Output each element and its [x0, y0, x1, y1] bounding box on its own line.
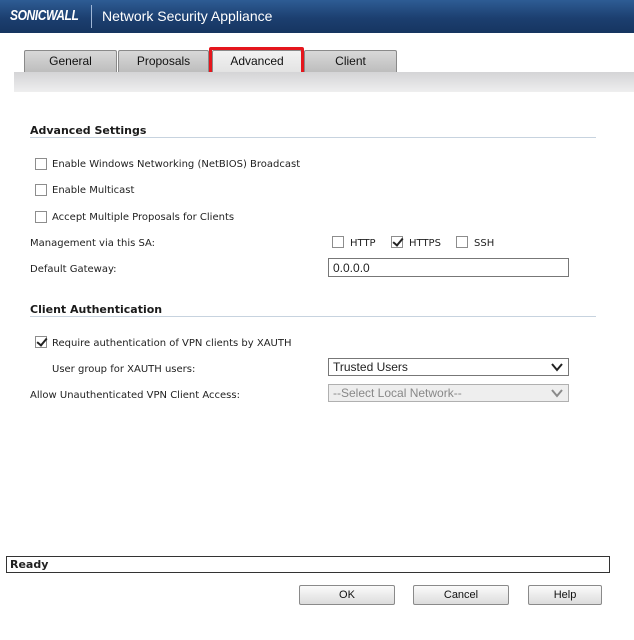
unauth-access-select[interactable]: --Select Local Network-- [328, 384, 569, 402]
netbios-checkbox[interactable] [35, 158, 47, 170]
tab-proposals[interactable]: Proposals [118, 50, 209, 72]
tab-client[interactable]: Client [304, 50, 397, 72]
default-gateway-input[interactable]: 0.0.0.0 [328, 258, 569, 277]
require-xauth-checkbox[interactable] [35, 336, 47, 348]
https-label: HTTPS [409, 238, 441, 249]
multicast-label: Enable Multicast [52, 185, 135, 196]
user-group-select[interactable]: Trusted Users [328, 358, 569, 376]
header-divider [91, 5, 92, 28]
unauth-access-value: --Select Local Network-- [333, 386, 462, 400]
default-gateway-label: Default Gateway: [30, 264, 117, 275]
tab-bar: General Proposals Advanced Client [0, 50, 634, 72]
client-auth-heading: Client Authentication [30, 303, 163, 316]
app-header: SONICWALL Network Security Appliance [0, 0, 634, 33]
help-button[interactable]: Help [528, 585, 602, 605]
sonicwall-logo: SONICWALL [10, 7, 79, 24]
http-checkbox[interactable] [332, 236, 344, 248]
netbios-label: Enable Windows Networking (NetBIOS) Broa… [52, 159, 301, 170]
user-group-value: Trusted Users [333, 360, 408, 374]
app-title: Network Security Appliance [102, 8, 273, 24]
status-bar: Ready [6, 556, 610, 573]
user-group-label: User group for XAUTH users: [52, 364, 196, 375]
multiple-proposals-checkbox[interactable] [35, 211, 47, 223]
ssh-label: SSH [474, 238, 495, 249]
tab-general[interactable]: General [24, 50, 117, 72]
advanced-settings-heading: Advanced Settings [30, 124, 147, 137]
https-checkbox[interactable] [391, 236, 403, 248]
chevron-down-icon [551, 363, 563, 372]
multiple-proposals-label: Accept Multiple Proposals for Clients [52, 212, 235, 223]
ok-button[interactable]: OK [299, 585, 395, 605]
http-label: HTTP [350, 238, 376, 249]
unauth-access-label: Allow Unauthenticated VPN Client Access: [30, 390, 240, 401]
multicast-checkbox[interactable] [35, 184, 47, 196]
ssh-checkbox[interactable] [456, 236, 468, 248]
section-divider [30, 137, 596, 138]
section-divider [30, 316, 596, 317]
cancel-button[interactable]: Cancel [413, 585, 509, 605]
require-xauth-label: Require authentication of VPN clients by… [52, 338, 292, 349]
chevron-down-icon [551, 389, 563, 398]
tab-content-band [14, 72, 634, 92]
management-label: Management via this SA: [30, 238, 156, 249]
